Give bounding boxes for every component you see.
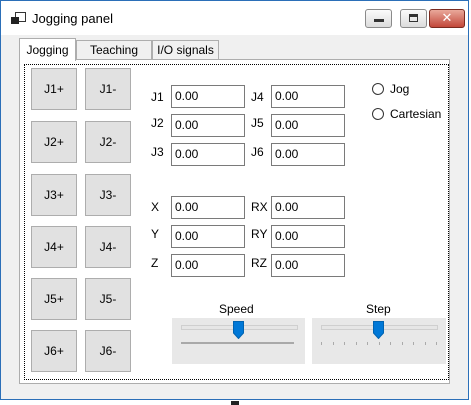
step-tick [401,342,403,345]
close-icon: ✕ [441,11,453,26]
step-tick-marks [312,318,446,364]
cartesian-radio[interactable] [372,108,384,120]
maximize-icon [409,14,418,22]
maximize-button[interactable] [400,9,427,28]
step-tick [378,342,380,345]
ry-label: RY [251,227,268,241]
speed-slider[interactable] [172,318,305,364]
j1-plus-button[interactable]: J1+ [31,68,77,110]
step-slider[interactable] [312,318,446,364]
jog-radio[interactable] [372,83,384,95]
tab-teaching[interactable]: Teaching [76,40,152,59]
step-label: Step [366,302,391,316]
j5-label: J5 [251,116,264,130]
j1-value-field[interactable]: 0.00 [171,85,245,108]
resize-grip-icon [231,401,239,405]
j2-plus-button[interactable]: J2+ [31,121,77,163]
x-value-field[interactable]: 0.00 [171,196,245,219]
step-tick [344,342,345,345]
close-button[interactable]: ✕ [429,9,465,28]
j6-plus-button[interactable]: J6+ [31,330,77,372]
rz-label: RZ [251,256,267,270]
j1-minus-button[interactable]: J1- [85,68,131,110]
step-tick [413,342,414,345]
jog-radio-label[interactable]: Jog [390,82,409,96]
rz-value-field[interactable]: 0.00 [271,254,345,277]
j4-minus-button[interactable]: J4- [85,226,131,268]
step-tick [390,342,391,345]
j3-plus-button[interactable]: J3+ [31,174,77,216]
step-tick [321,342,322,345]
ry-value-field[interactable]: 0.00 [271,225,345,248]
speed-slider-thumb[interactable] [233,321,244,339]
j3-label: J3 [151,145,164,159]
speed-tick-line [181,342,294,344]
j1-label: J1 [151,90,164,104]
j3-value-field[interactable]: 0.00 [171,143,245,166]
j5-value-field[interactable]: 0.00 [271,114,345,137]
j4-label: J4 [251,90,264,104]
rx-label: RX [251,200,268,214]
title-bar[interactable]: Jogging panel ✕ [1,1,468,35]
j6-value-field[interactable]: 0.00 [271,143,345,166]
window-title: Jogging panel [32,11,113,26]
app-window-icon [11,12,27,26]
tab-io-signals[interactable]: I/O signals [152,40,219,59]
speed-label: Speed [219,302,254,316]
j4-value-field[interactable]: 0.00 [271,85,345,108]
j2-minus-button[interactable]: J2- [85,121,131,163]
step-tick [424,342,426,345]
x-label: X [151,200,160,214]
z-label: Z [151,256,159,270]
rx-value-field[interactable]: 0.00 [271,196,345,219]
j2-label: J2 [151,116,164,130]
minimize-button[interactable] [365,9,392,28]
step-tick [332,342,334,345]
j2-value-field[interactable]: 0.00 [171,114,245,137]
y-label: Y [151,227,160,241]
minimize-icon [374,19,384,22]
j6-label: J6 [251,145,264,159]
tab-jogging[interactable]: Jogging [19,38,76,61]
y-value-field[interactable]: 0.00 [171,225,245,248]
j6-minus-button[interactable]: J6- [85,330,131,372]
step-tick [436,342,437,345]
j5-plus-button[interactable]: J5+ [31,278,77,320]
step-tick [355,342,357,345]
step-tick [367,342,368,345]
j4-plus-button[interactable]: J4+ [31,226,77,268]
cartesian-radio-label[interactable]: Cartesian [390,107,441,121]
z-value-field[interactable]: 0.00 [171,254,245,277]
j3-minus-button[interactable]: J3- [85,174,131,216]
j5-minus-button[interactable]: J5- [85,278,131,320]
